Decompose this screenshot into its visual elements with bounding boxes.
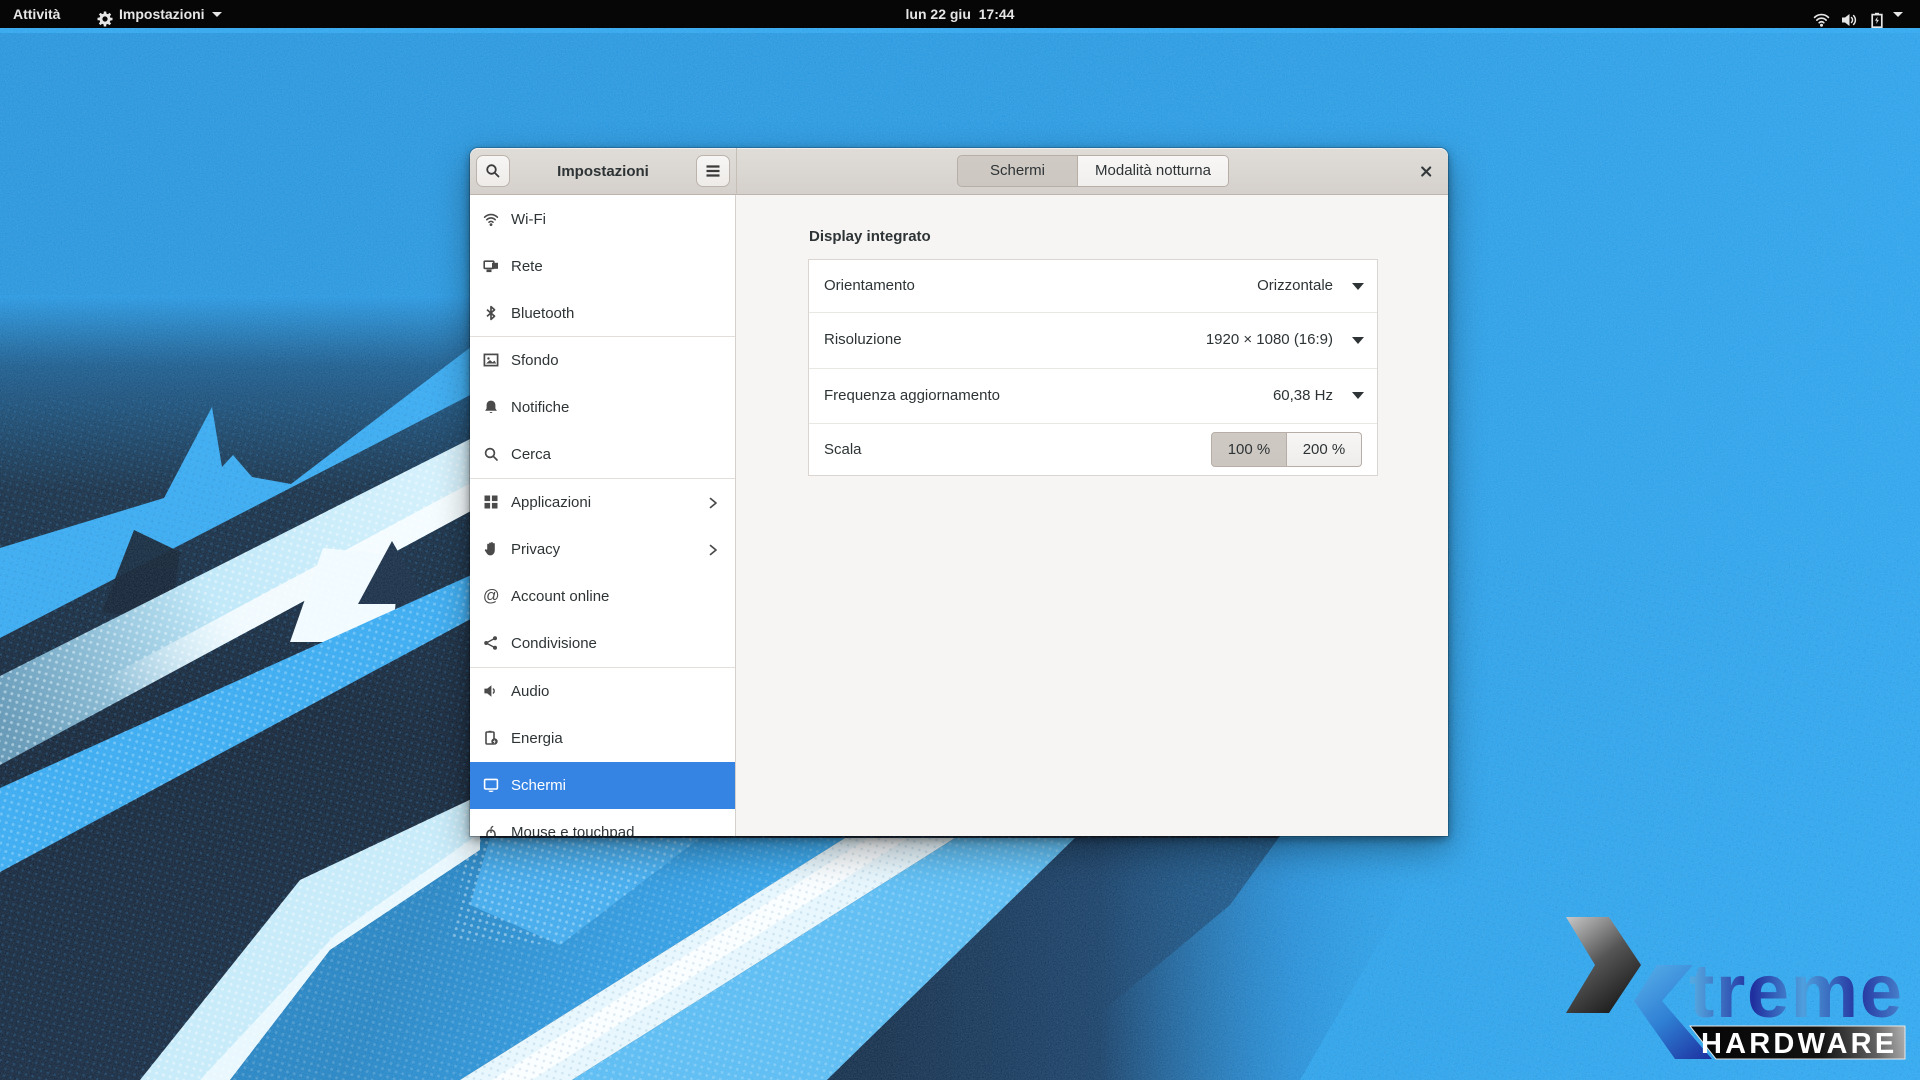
svg-text:HARDWARE: HARDWARE (1701, 1028, 1897, 1060)
svg-text:treme: treme (1689, 949, 1904, 1034)
svg-text:@: @ (483, 588, 499, 604)
